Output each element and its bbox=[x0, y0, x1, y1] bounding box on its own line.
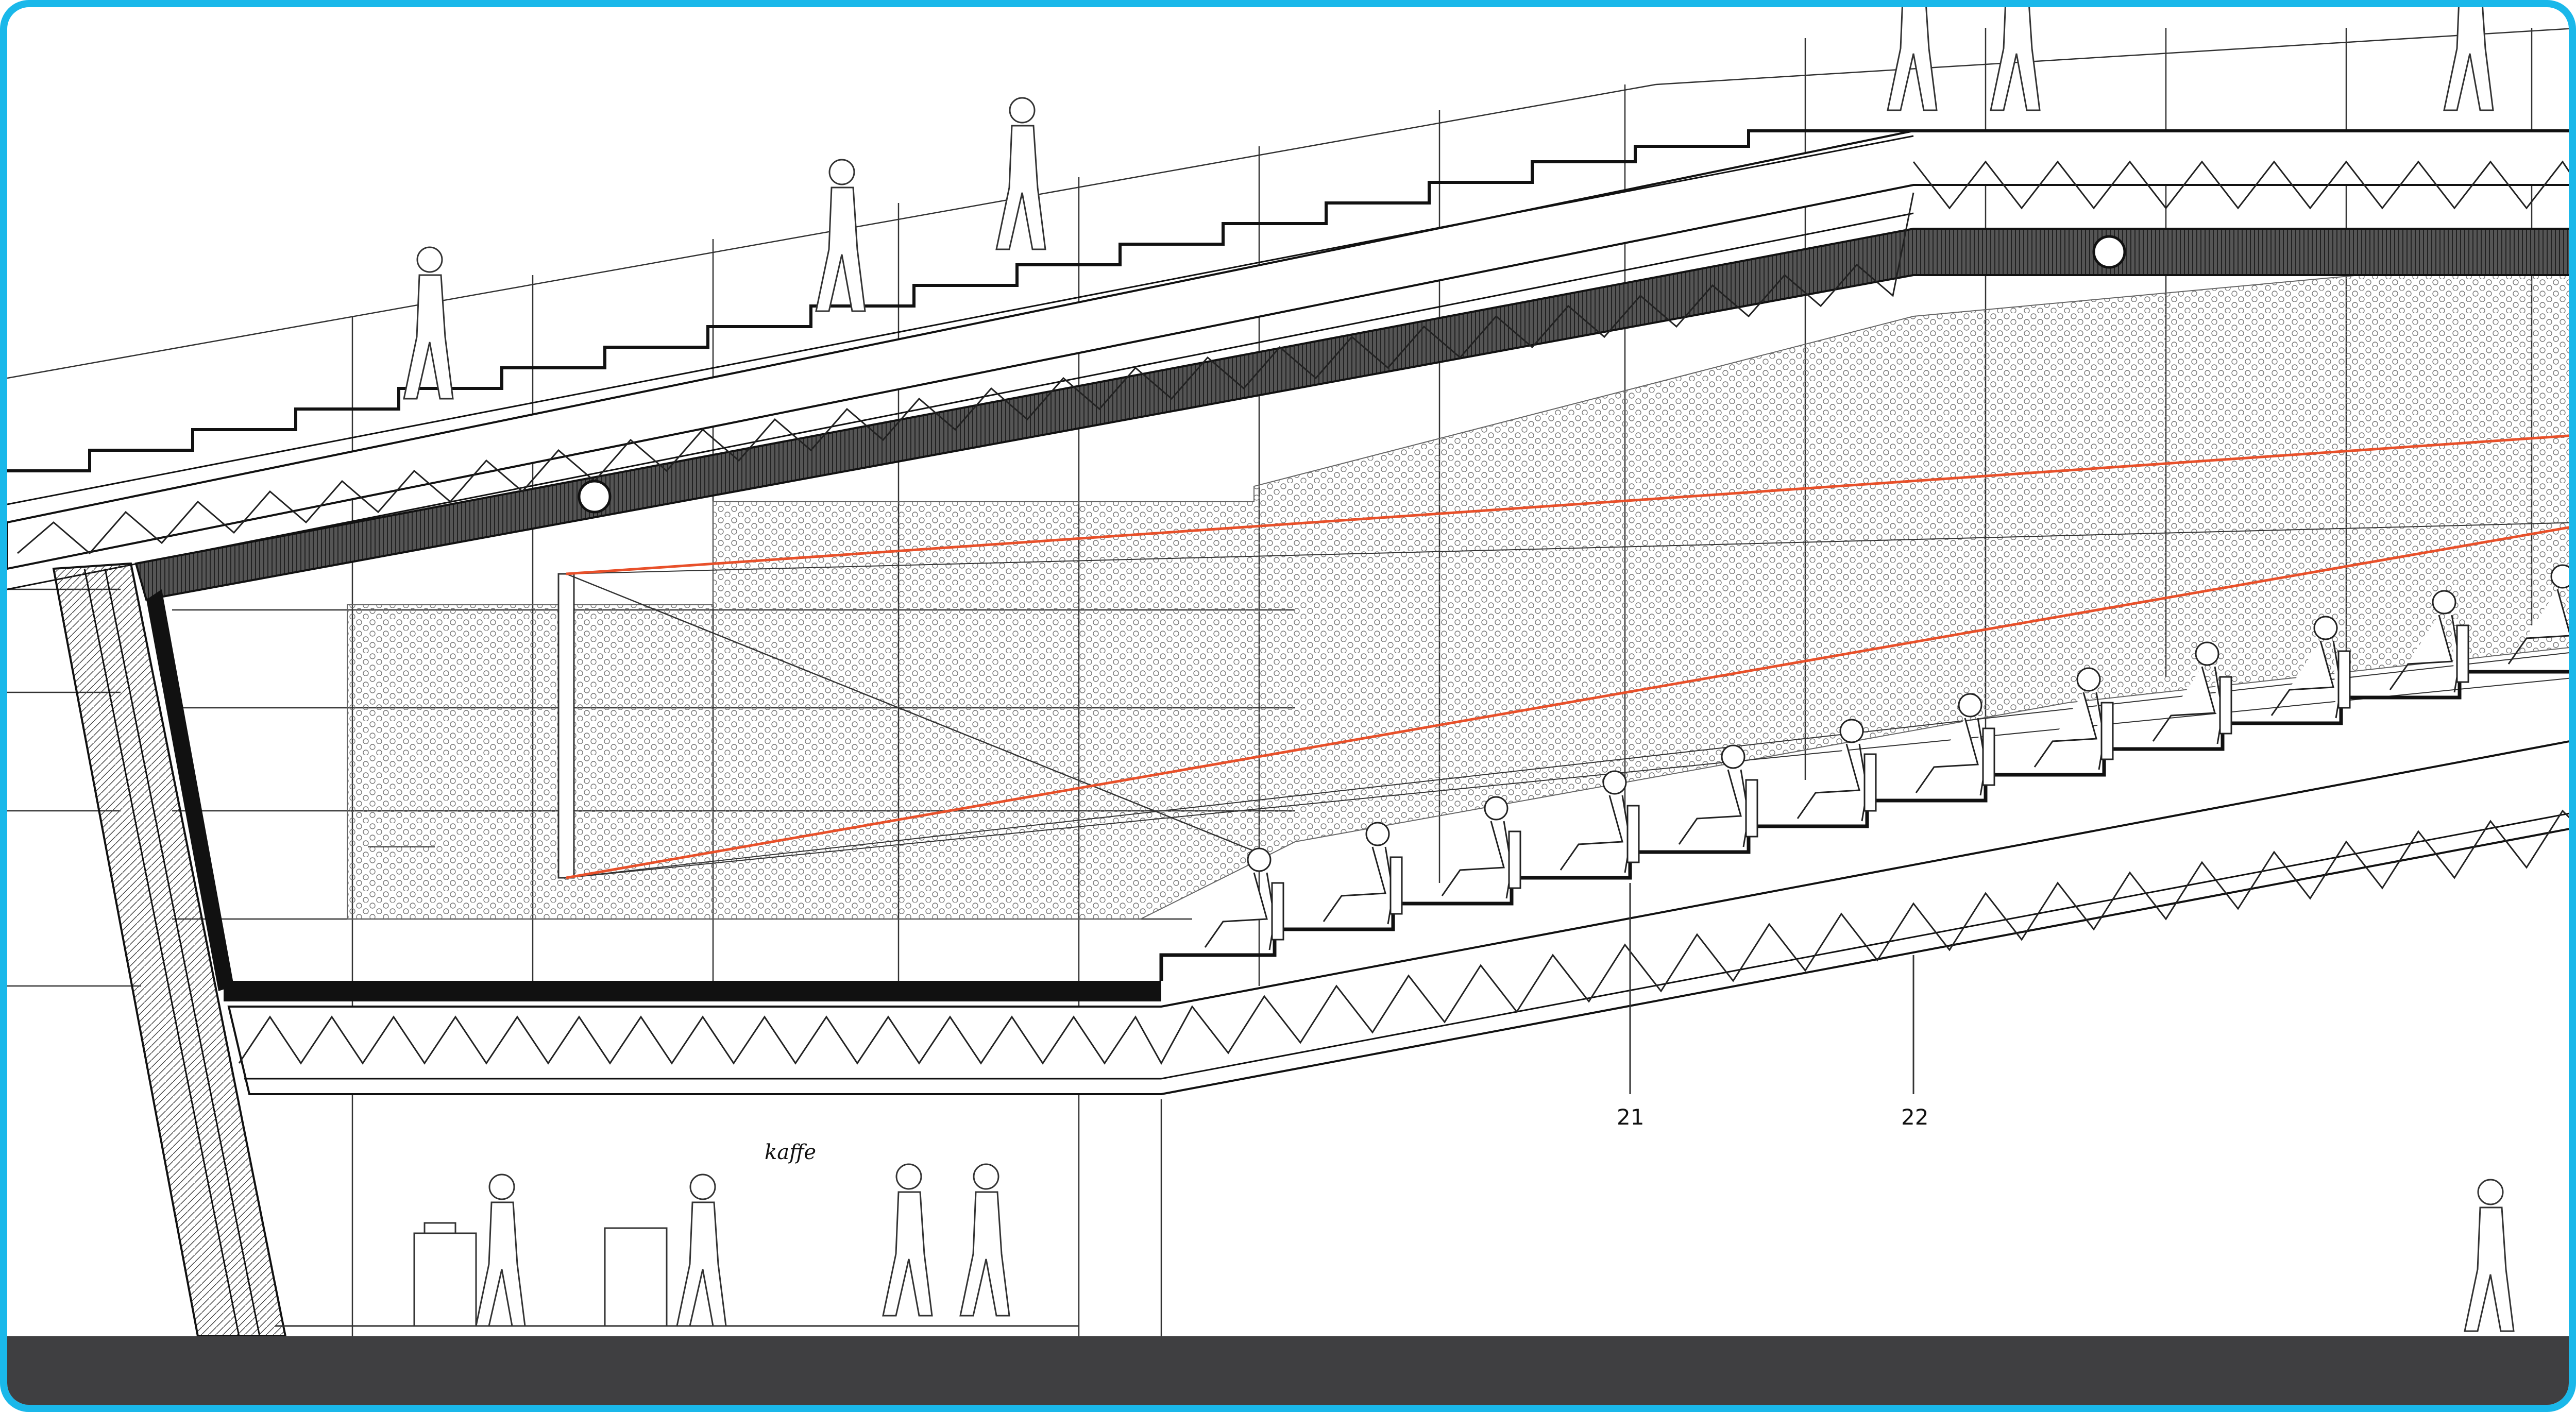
person-seated-icon bbox=[1323, 822, 1403, 925]
upper-pipe-circle-1 bbox=[578, 480, 612, 514]
callout-label-22: 22 bbox=[1901, 1104, 1929, 1130]
person-walking-icon bbox=[995, 97, 1046, 250]
person-walking-icon bbox=[1887, 7, 1938, 111]
person-walking-icon bbox=[815, 159, 866, 312]
person-walking-icon bbox=[2443, 7, 2494, 111]
ground-level-cafe bbox=[275, 1222, 1079, 1327]
section-drawing-frame: 21 22 kaffe bbox=[0, 0, 2576, 1412]
callout-label-21: 21 bbox=[1617, 1104, 1645, 1130]
auditorium-section-drawing bbox=[7, 7, 2569, 1405]
person-walking-icon bbox=[2464, 1179, 2515, 1332]
person-walking-icon bbox=[403, 246, 454, 400]
person-walking-icon bbox=[676, 1173, 727, 1327]
person-walking-icon bbox=[959, 1163, 1010, 1317]
slanted-column bbox=[52, 562, 287, 1337]
ground-band bbox=[7, 1336, 2569, 1405]
person-walking-icon bbox=[1990, 7, 2041, 111]
person-walking-icon bbox=[475, 1173, 526, 1327]
cafe-sign: kaffe bbox=[765, 1141, 817, 1164]
person-walking-icon bbox=[882, 1163, 933, 1317]
upper-pipe-circle-2 bbox=[2092, 235, 2126, 269]
